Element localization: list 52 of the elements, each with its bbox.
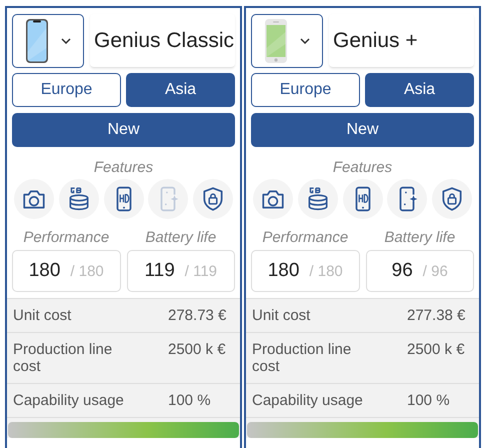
chevron-down-icon [61, 38, 71, 44]
feature-toggle[interactable] [298, 179, 338, 219]
stat-max: / 180 [70, 262, 104, 280]
cost-value: 2500 k € [407, 341, 466, 360]
region-toggle[interactable]: Europe [251, 73, 360, 107]
stat-value: 180 [268, 260, 300, 282]
feature-toggle[interactable] [193, 179, 233, 219]
stat-field[interactable]: 119 / 119 [126, 250, 235, 292]
phone-model-select[interactable] [251, 14, 323, 68]
cost-label: Capability usage [252, 392, 364, 409]
cost-label: Capability usage [13, 392, 125, 409]
product-name-field[interactable]: Genius Classic [90, 14, 235, 68]
stat-max: / 119 [184, 262, 218, 280]
stat-value: 96 [392, 260, 413, 282]
feature-toggle[interactable] [148, 179, 188, 219]
new-button[interactable]: New [251, 113, 474, 147]
cost-value: 2500 k € [168, 341, 227, 360]
cost-label: Unit cost [252, 307, 312, 324]
product-name-field[interactable]: Genius + [329, 14, 474, 68]
stat-max: / 96 [422, 262, 448, 280]
cost-label: Production line cost [252, 341, 352, 375]
phone-model-select[interactable] [12, 14, 84, 68]
stat-label: Battery life [145, 229, 216, 246]
region-toggle[interactable]: Asia [365, 73, 474, 107]
stat-field[interactable]: 180 / 180 [251, 250, 360, 292]
cost-value: 100 % [168, 392, 212, 409]
stat-field[interactable]: 96 / 96 [366, 250, 474, 292]
chevron-down-icon [300, 38, 310, 44]
cost-value: 278.73 € [168, 307, 228, 324]
region-toggle[interactable]: Europe [12, 73, 121, 107]
stat-value: 119 [144, 260, 175, 282]
new-button[interactable]: New [12, 113, 235, 147]
cost-label: Unit cost [13, 307, 72, 324]
features-label: Features [332, 159, 394, 176]
feature-toggle[interactable] [432, 179, 472, 219]
stat-max: / 180 [309, 262, 343, 280]
stat-label: Performance [23, 229, 110, 246]
feature-toggle[interactable] [58, 179, 99, 219]
feature-toggle[interactable] [342, 179, 382, 219]
feature-toggle[interactable] [387, 179, 428, 219]
feature-toggle[interactable] [253, 179, 293, 219]
region-toggle[interactable]: Asia [126, 73, 235, 107]
stat-value: 180 [28, 260, 60, 282]
features-label: Features [92, 159, 154, 176]
cost-value: 100 % [407, 392, 451, 409]
feature-toggle[interactable] [104, 179, 144, 219]
cost-value: 277.38 € [407, 307, 466, 324]
feature-toggle[interactable] [14, 179, 54, 219]
stat-label: Battery life [384, 229, 456, 246]
stat-label: Performance [262, 229, 348, 246]
cost-label: Production line cost [13, 341, 114, 375]
stat-field[interactable]: 180 / 180 [12, 250, 120, 292]
